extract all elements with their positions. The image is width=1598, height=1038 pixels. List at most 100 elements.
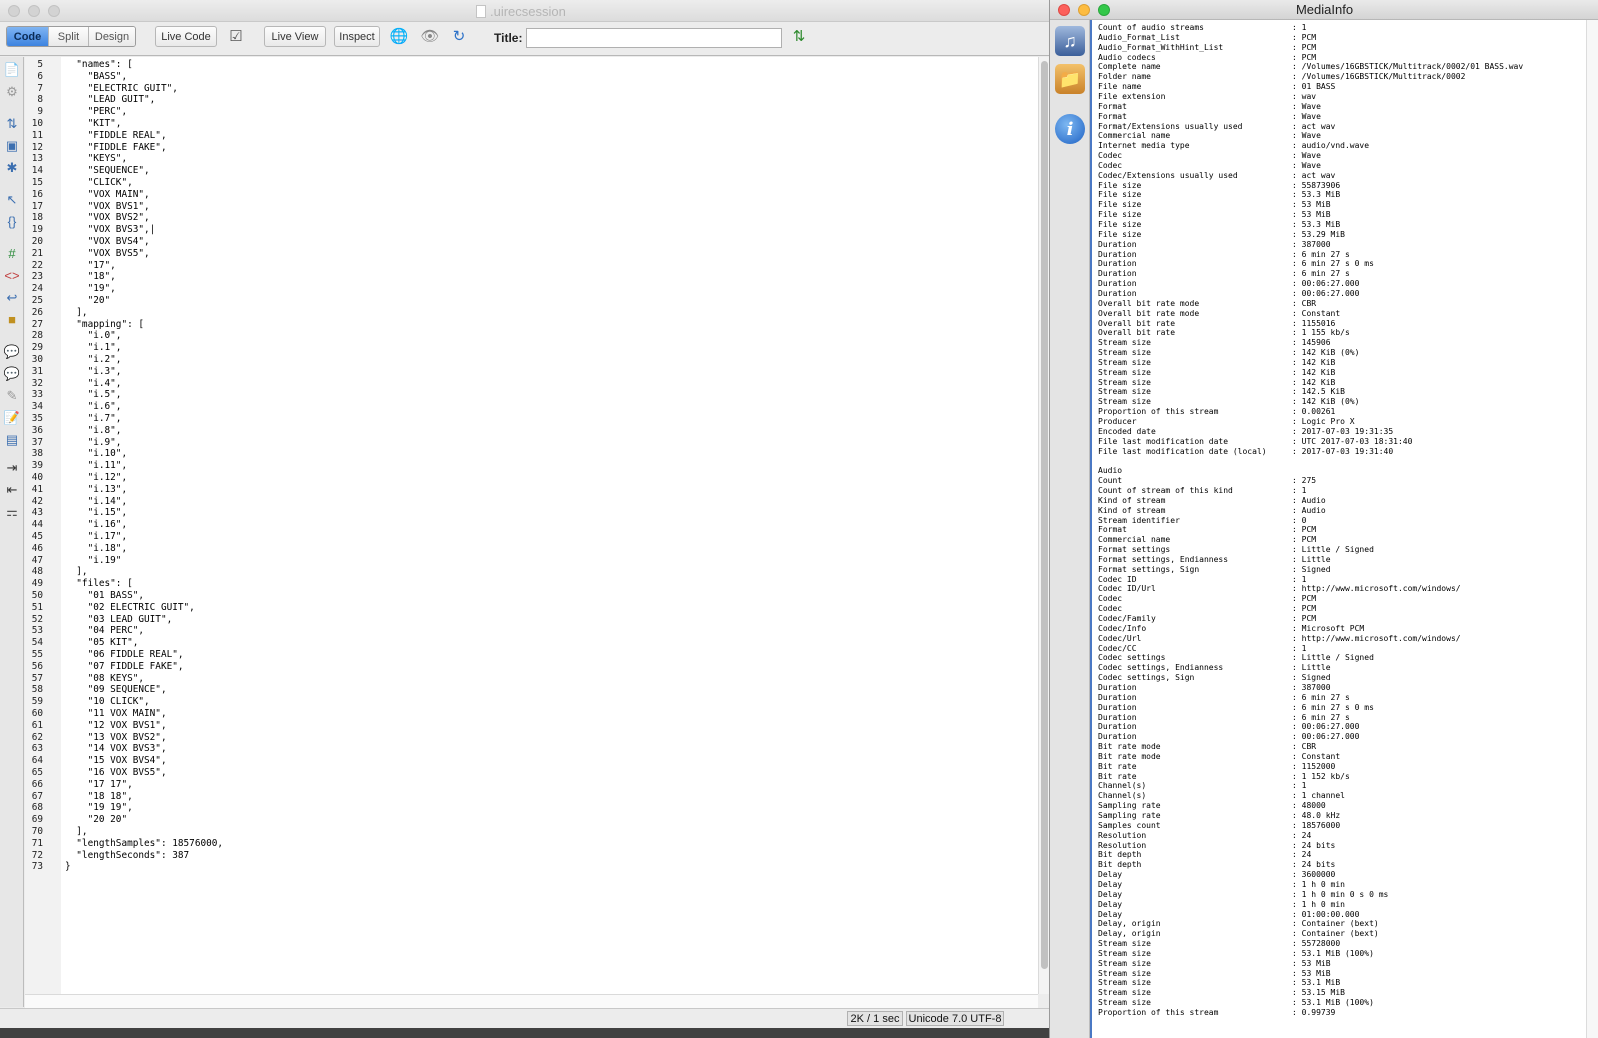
info-value: : 1 — [1292, 643, 1307, 653]
info-value: : Wave — [1292, 111, 1321, 121]
info-value: : 0 — [1292, 515, 1307, 525]
remove-comment-icon[interactable]: 💬 — [3, 365, 21, 383]
info-key: Stream size — [1098, 948, 1151, 958]
collapse-selection-icon[interactable]: ✱ — [3, 159, 21, 177]
code-line: "VOX BVS1", — [65, 200, 150, 212]
info-value: : Signed — [1292, 673, 1331, 683]
info-value: : wav — [1292, 91, 1317, 101]
design-view-button[interactable]: Design — [89, 27, 135, 46]
info-key: Stream size — [1098, 958, 1151, 968]
code-line: "i.18", — [65, 542, 128, 554]
code-line: ], — [65, 566, 88, 578]
info-value: : PCM — [1292, 52, 1317, 62]
encoding-indicator[interactable]: Unicode 7.0 UTF-8 — [906, 1011, 1004, 1026]
open-documents-icon[interactable]: 📄 — [3, 61, 21, 79]
minimize-button[interactable] — [28, 5, 40, 17]
info-key: File name — [1098, 82, 1142, 92]
info-value: : 142 KiB — [1292, 377, 1336, 387]
info-key: Codec — [1098, 594, 1123, 604]
editor-vertical-scrollbar[interactable] — [1038, 57, 1049, 994]
info-value: : act wav — [1292, 121, 1336, 131]
line-numbers-icon[interactable]: # — [3, 245, 21, 263]
code-line: "20 20" — [65, 814, 128, 826]
info-key: Format settings — [1098, 545, 1171, 555]
code-line: "11 VOX MAIN", — [65, 708, 167, 719]
info-key: Bit depth — [1098, 860, 1142, 870]
info-value: : 53.1 MiB (100%) — [1292, 998, 1374, 1008]
info-value: : 387000 — [1292, 682, 1331, 692]
media-file-icon[interactable]: ♫ — [1055, 26, 1085, 56]
line-number: 37 — [31, 436, 43, 448]
info-value: : http://www.microsoft.com/windows/ — [1292, 584, 1461, 594]
format-source-icon[interactable]: ⚎ — [3, 503, 21, 521]
visual-aids-icon[interactable]: 👁 — [418, 28, 442, 46]
line-number: 5 — [37, 59, 43, 70]
live-view-button[interactable]: Live View — [264, 26, 326, 47]
outdent-code-icon[interactable]: ⇤ — [3, 481, 21, 499]
split-view-button[interactable]: Split — [49, 27, 89, 46]
expand-tag-icon[interactable]: ⇅ — [3, 115, 21, 133]
info-key: Stream size — [1098, 998, 1151, 1008]
line-number: 21 — [31, 247, 43, 259]
info-value: : 1 — [1292, 485, 1307, 495]
close-button[interactable] — [8, 5, 20, 17]
info-value: : Wave — [1292, 151, 1321, 161]
line-number: 71 — [31, 837, 43, 849]
info-key: Duration — [1098, 692, 1137, 702]
code-line: "15 VOX BVS4", — [65, 755, 167, 767]
select-parent-tag-icon[interactable]: ▣ — [3, 137, 21, 155]
scroll-thumb[interactable] — [1041, 61, 1048, 969]
word-wrap-icon[interactable]: ↩ — [3, 289, 21, 307]
code-line: "i.16", — [65, 519, 128, 531]
title-input[interactable] — [526, 28, 782, 48]
code-line: "13 VOX BVS2", — [65, 731, 167, 743]
status-bar: 2K / 1 sec Unicode 7.0 UTF-8 — [0, 1008, 1049, 1028]
document-icon — [476, 5, 486, 18]
info-value: : 00:06:27.000 — [1292, 288, 1360, 298]
info-key: Codec — [1098, 151, 1123, 161]
info-value: : 53.29 MiB — [1292, 229, 1345, 239]
mediainfo-scrollbar[interactable] — [1586, 20, 1598, 1038]
zoom-button[interactable] — [48, 5, 60, 17]
code-view-button[interactable]: Code — [7, 27, 49, 46]
globe-icon[interactable]: 🌐 — [388, 28, 410, 46]
indent-code-icon[interactable]: ⇥ — [3, 459, 21, 477]
live-code-button[interactable]: Live Code — [155, 26, 217, 47]
recent-snippets-icon[interactable]: 📝 — [3, 409, 21, 427]
line-number: 13 — [31, 153, 43, 165]
syntax-coloring-icon[interactable]: ■ — [3, 311, 21, 329]
line-number: 52 — [31, 613, 43, 625]
editor-horizontal-scrollbar[interactable] — [25, 994, 1038, 1008]
inspect-button[interactable]: Inspect — [334, 26, 380, 47]
info-key: Stream size — [1098, 978, 1151, 988]
mediainfo-title-bar: MediaInfo — [1050, 0, 1598, 20]
line-number: 17 — [31, 200, 43, 212]
code-line: "06 FIDDLE REAL", — [65, 649, 184, 660]
info-key: Commercial name — [1098, 131, 1171, 141]
gear-icon[interactable]: ⚙ — [3, 83, 21, 101]
refresh-icon[interactable]: ↻ — [449, 28, 469, 46]
info-value: : 00:06:27.000 — [1292, 279, 1360, 289]
check-page-icon[interactable]: ☑ — [224, 28, 248, 46]
info-value: : 6 min 27 s 0 ms — [1292, 259, 1374, 269]
wrap-tag-icon[interactable]: ✎ — [3, 387, 21, 405]
line-number: 63 — [31, 743, 43, 755]
highlight-invalid-code-icon[interactable]: <> — [3, 267, 21, 285]
apply-comment-icon[interactable]: 💬 — [3, 343, 21, 361]
code-editor[interactable]: 5 6 7 8 9 10 11 12 13 14 15 16 17 18 19 20 21 22 23 24 25 26 2… — [25, 57, 1038, 994]
code-line: "12 VOX BVS1", — [65, 719, 167, 731]
select-icon[interactable]: ↖ — [3, 191, 21, 209]
info-icon[interactable]: i — [1055, 114, 1085, 144]
info-key: Count of stream of this kind — [1098, 485, 1233, 495]
line-number: 73 — [31, 861, 43, 873]
info-value: : Logic Pro X — [1292, 417, 1355, 426]
info-key: Format settings, Sign — [1098, 564, 1200, 574]
info-value: : 1 155 kb/s — [1292, 328, 1350, 338]
info-key: Codec/Extensions usually used — [1098, 170, 1238, 180]
move-css-icon[interactable]: ▤ — [3, 431, 21, 449]
info-value: : 1 — [1292, 574, 1307, 584]
media-folder-icon[interactable]: 📁 — [1055, 64, 1085, 94]
file-management-icon[interactable]: ⇅ — [788, 28, 810, 46]
code-line: "VOX BVS3",| — [65, 224, 156, 236]
balance-braces-icon[interactable]: {} — [3, 213, 21, 231]
